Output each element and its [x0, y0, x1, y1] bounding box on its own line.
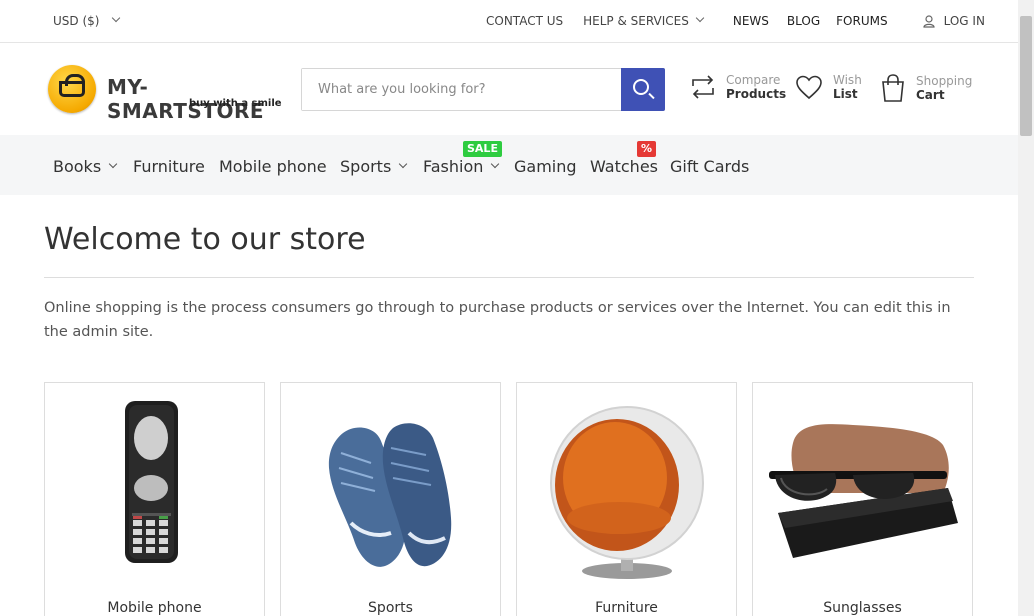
nav-item-gift-cards[interactable]: Gift Cards: [670, 157, 749, 176]
nav-item-furniture[interactable]: Furniture: [133, 157, 205, 176]
sunglasses-image: [769, 424, 958, 558]
category-card-mobile-phone[interactable]: Mobile phone: [44, 382, 265, 616]
shopping-bag-icon: [882, 74, 904, 102]
page-title: Welcome to our store: [44, 222, 366, 257]
help-services-label: HELP & SERVICES: [583, 14, 689, 28]
chevron-down-icon: [695, 13, 705, 23]
compare-small-label: Compare: [726, 73, 781, 87]
page-scrollbar[interactable]: [1018, 0, 1034, 616]
category-name: Sports: [368, 600, 413, 616]
category-name: Mobile phone: [107, 600, 202, 616]
divider: [44, 277, 974, 278]
search-box: [301, 68, 665, 111]
blog-link[interactable]: BLOG: [787, 14, 820, 28]
main-nav: Books Furniture Mobile phone Sports Fash…: [0, 135, 1018, 195]
nav-item-books[interactable]: Books: [53, 157, 118, 176]
store-logo[interactable]: MY-SMARTSTORE buy with a smile: [47, 63, 287, 123]
sneakers-image: [328, 423, 452, 567]
help-services-menu[interactable]: HELP & SERVICES: [583, 13, 705, 28]
cart-small-label: Shopping: [916, 74, 973, 88]
category-card-furniture[interactable]: Furniture: [516, 382, 737, 616]
nav-item-watches[interactable]: Watches: [590, 157, 658, 176]
shopping-cart-button[interactable]: Shopping Cart: [880, 73, 972, 103]
compare-icon: [692, 75, 714, 99]
heart-icon: [796, 75, 822, 100]
currency-selector[interactable]: USD ($): [53, 13, 121, 28]
search-input[interactable]: [302, 69, 622, 110]
category-card-sunglasses[interactable]: Sunglasses: [752, 382, 973, 616]
basket-logo-icon: [48, 65, 96, 113]
login-link[interactable]: LOG IN: [922, 14, 985, 28]
nav-item-label: Books: [53, 157, 102, 176]
nav-item-gaming[interactable]: Gaming: [514, 157, 577, 176]
nav-item-label: Watches: [590, 157, 658, 176]
nav-item-label: Sports: [340, 157, 392, 176]
compare-products-button[interactable]: Compare Products: [690, 73, 786, 101]
login-label: LOG IN: [943, 14, 985, 28]
nav-item-label: Mobile phone: [219, 157, 327, 176]
currency-label: USD ($): [53, 14, 100, 28]
contact-link[interactable]: CONTACT US: [486, 14, 563, 28]
scrollbar-thumb[interactable]: [1020, 16, 1032, 136]
nav-item-sports[interactable]: Sports: [340, 157, 408, 176]
sale-badge: SALE: [463, 141, 502, 157]
ball-chair-image: [550, 406, 704, 579]
wish-big-label: List: [833, 87, 858, 101]
user-icon: [922, 14, 935, 28]
news-link[interactable]: NEWS: [733, 14, 769, 28]
chevron-down-icon: [491, 159, 500, 168]
chevron-down-icon: [399, 159, 408, 168]
search-button[interactable]: [621, 68, 665, 111]
nav-item-fashion[interactable]: Fashion: [423, 157, 500, 176]
category-card-sports[interactable]: Sports: [280, 382, 501, 616]
category-name: Furniture: [595, 600, 658, 616]
wish-small-label: Wish: [833, 73, 862, 87]
top-links: CONTACT US HELP & SERVICES NEWS BLOG FOR…: [486, 13, 985, 28]
cart-big-label: Cart: [916, 88, 945, 102]
nav-item-label: Gift Cards: [670, 157, 750, 176]
intro-text: Online shopping is the process consumers…: [44, 300, 951, 340]
nav-item-label: Furniture: [133, 157, 205, 176]
top-bar: USD ($) CONTACT US HELP & SERVICES NEWS …: [0, 0, 1018, 43]
compare-big-label: Products: [726, 87, 787, 101]
wishlist-button[interactable]: Wish List: [795, 73, 862, 101]
discount-badge: %: [637, 141, 657, 157]
category-name: Sunglasses: [823, 600, 902, 616]
forums-link[interactable]: FORUMS: [836, 14, 887, 28]
nav-item-mobile-phone[interactable]: Mobile phone: [219, 157, 327, 176]
nav-item-label: Gaming: [514, 157, 577, 176]
chevron-down-icon: [108, 159, 118, 168]
chevron-down-icon: [112, 13, 121, 23]
nav-item-label: Fashion: [423, 157, 484, 176]
header: MY-SMARTSTORE buy with a smile Compare P…: [0, 43, 1018, 135]
mobile-phone-image: [125, 401, 178, 563]
search-icon: [633, 79, 649, 95]
logo-tagline: buy with a smile: [189, 98, 282, 109]
